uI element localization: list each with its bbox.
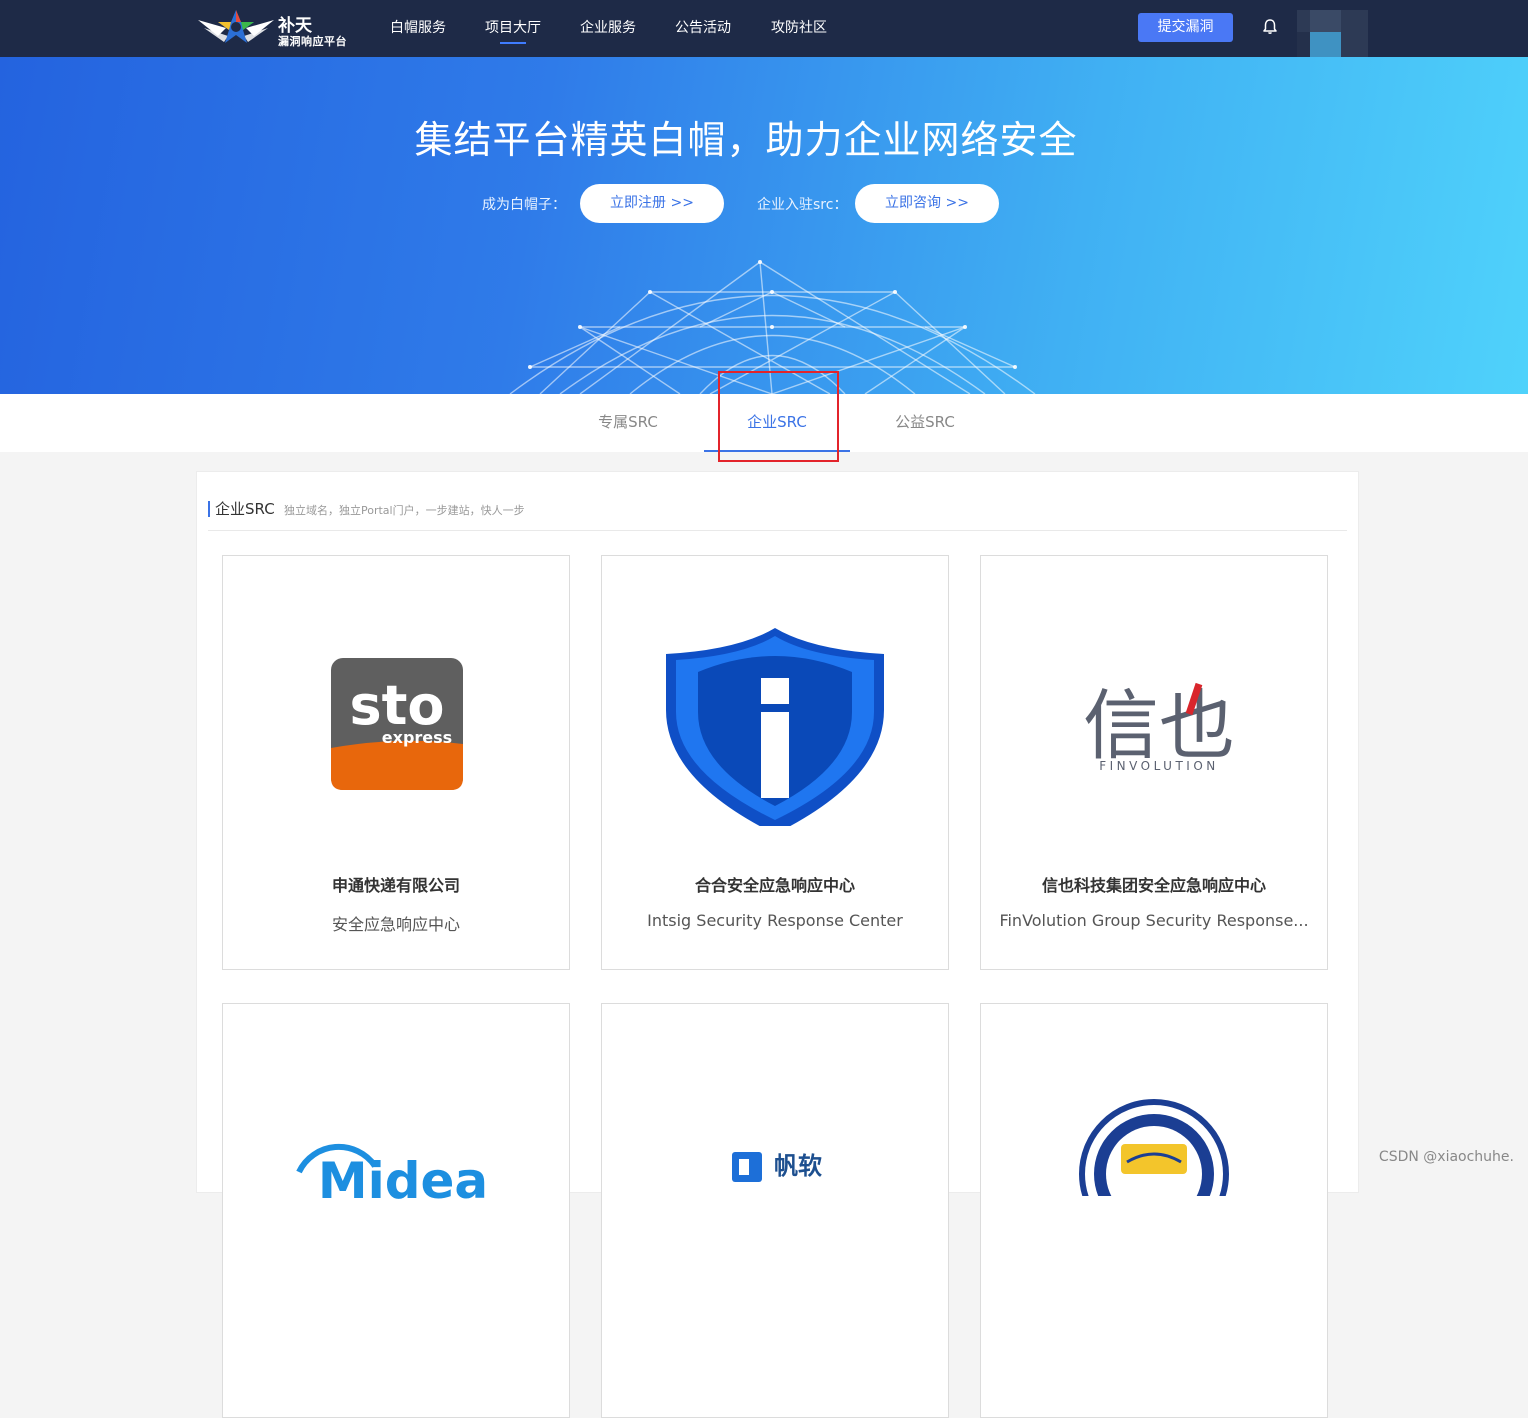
banner-title: 集结平台精英白帽，助力企业网络安全 [414,118,1078,162]
section-accent-bar [208,501,210,517]
card-name: 信也科技集团安全应急响应中心 [1041,876,1266,895]
bell-icon[interactable] [1260,17,1280,37]
src-card-seal[interactable] [980,1003,1328,1418]
top-nav: 补天 漏洞响应平台 白帽服务 项目大厅 企业服务 公告活动 攻防社区 提交漏洞 [0,0,1528,61]
tab-exclusive-src[interactable]: 专属SRC [555,394,701,450]
consult-button[interactable]: 立即咨询 >> [855,184,999,223]
section-divider [208,530,1347,531]
src-card-finvolution[interactable]: 信也 FINVOLUTION 信也科技集团安全应急响应中心 FinVolutio… [980,555,1328,970]
watermark-text: CSDN @xiaochuhe. [1378,1149,1514,1165]
annotation-highlight-box [718,371,839,462]
butian-wings-icon [198,10,274,43]
src-card-midea[interactable]: Midea [222,1003,570,1418]
fanruan-logo: 帆软 [602,1134,948,1334]
tiger-seal-logo [981,1096,1327,1296]
card-desc: 安全应急响应中心 [331,915,460,934]
svg-text:帆软: 帆软 [774,1152,822,1180]
intsig-shield-logo [602,626,948,834]
src-card-intsig[interactable]: 合合安全应急响应中心 Intsig Security Response Cent… [601,555,949,970]
avatar[interactable] [1297,10,1368,61]
section-subtitle: 独立域名，独立Portal门户，一步建站，快人一步 [284,504,525,517]
card-desc: Intsig Security Response Center [647,911,903,930]
hero-banner: 集结平台精英白帽，助力企业网络安全 成为白帽子： 立即注册 >> 企业入驻src… [0,57,1528,394]
whitehat-label: 成为白帽子： [482,197,566,213]
tab-public-src[interactable]: 公益SRC [852,394,998,450]
card-desc: FinVolution Group Security Response... [999,911,1309,930]
enterprise-src-panel: 企业SRC 独立域名，独立Portal门户，一步建站，快人一步 sto expr… [196,471,1359,1418]
card-name: 合合安全应急响应中心 [694,876,855,895]
nav-item-enterprise-service[interactable]: 企业服务 [580,0,636,57]
card-name: 申通快递有限公司 [331,876,460,895]
src-card-fanruan[interactable]: 帆软 [601,1003,949,1418]
svg-text:Midea: Midea [318,1152,488,1204]
src-card-sto[interactable]: sto express 申通快递有限公司 安全应急响应中心 [222,555,570,970]
finvolution-logo: 信也 FINVOLUTION [981,626,1327,826]
butian-logo[interactable]: 补天 漏洞响应平台 [196,6,356,50]
logo-subtitle: 漏洞响应平台 [278,35,347,48]
svg-text:信也: 信也 [1083,681,1235,770]
midea-logo: Midea [223,1124,569,1324]
enterprise-label: 企业入驻src： [757,197,848,213]
svg-text:FINVOLUTION: FINVOLUTION [1099,759,1219,773]
svg-text:express: express [382,728,452,747]
nav-item-project-hall[interactable]: 项目大厅 [485,0,541,57]
sto-express-logo: sto express [223,626,569,826]
nav-item-community[interactable]: 攻防社区 [771,0,827,57]
register-button[interactable]: 立即注册 >> [580,184,724,223]
nav-item-announcements[interactable]: 公告活动 [675,0,731,57]
submit-vulnerability-button[interactable]: 提交漏洞 [1138,13,1233,42]
nav-item-whitehat-service[interactable]: 白帽服务 [390,0,446,57]
section-title: 企业SRC [215,500,275,518]
